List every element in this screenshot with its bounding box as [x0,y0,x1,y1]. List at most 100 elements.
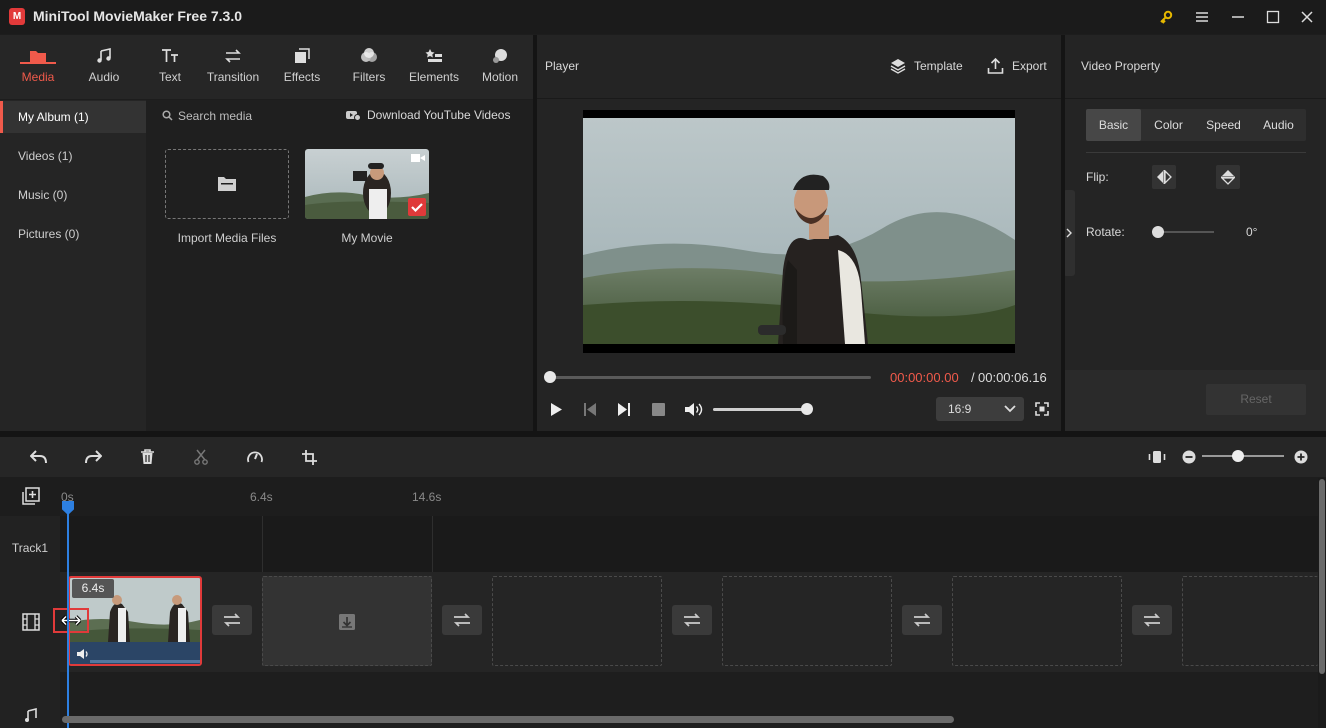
divider [1086,152,1306,153]
transition-icon [453,613,471,627]
fit-zoom-icon[interactable] [1146,447,1168,467]
zoom-in-icon[interactable] [1290,447,1312,467]
rotate-value: 0° [1246,225,1258,239]
play-icon[interactable] [549,402,563,417]
import-media-button[interactable] [165,149,289,219]
active-tab-underline [20,62,56,64]
stop-icon[interactable] [652,403,665,416]
search-input[interactable]: Search media [178,109,252,123]
tab-transition[interactable]: Transition [199,35,267,99]
ruler-label: 14.6s [412,490,442,504]
key-icon[interactable] [1154,6,1178,28]
import-media-label: Import Media Files [177,231,277,245]
maximize-icon[interactable] [1261,6,1285,28]
sidebar-item-music[interactable]: Music (0) [0,179,146,211]
sidebar-item-pictures[interactable]: Pictures (0) [0,218,146,250]
current-time: 00:00:00.00 [890,370,959,385]
rotate-handle[interactable] [1152,226,1164,238]
filters-icon [361,48,377,62]
tab-effects[interactable]: Effects [268,35,336,99]
tab-speed[interactable]: Speed [1196,109,1251,141]
empty-clip-slot[interactable] [1182,576,1318,666]
tab-elements[interactable]: Elements [400,35,468,99]
tab-motion[interactable]: Motion [466,35,534,99]
chevron-down-icon [1004,405,1016,413]
text-track[interactable] [0,516,1318,572]
seek-handle[interactable] [544,371,556,383]
transition-slot[interactable] [902,605,942,635]
split-icon[interactable] [190,447,212,467]
transition-slot[interactable] [442,605,482,635]
sidebar-item-my-album[interactable]: My Album (1) [0,101,146,133]
empty-clip-slot[interactable] [262,576,432,666]
aspect-ratio-select[interactable]: 16:9 [936,397,1024,421]
video-preview [583,110,1015,353]
speed-icon[interactable] [244,447,266,467]
vertical-scroll-thumb[interactable] [1319,479,1325,674]
music-note-icon [24,708,38,722]
playhead[interactable] [67,509,69,728]
empty-clip-slot[interactable] [492,576,662,666]
search-icon [162,110,173,121]
tab-filters[interactable]: Filters [335,35,403,99]
panel-divider [1061,35,1065,431]
transition-icon [223,613,241,627]
close-icon[interactable] [1295,6,1319,28]
add-track-icon[interactable] [22,487,40,505]
folder-icon [217,175,237,192]
undo-icon[interactable] [28,447,50,467]
empty-clip-slot[interactable] [952,576,1122,666]
tab-audio[interactable]: Audio [70,35,138,99]
resize-horizontal-icon [60,615,82,626]
tab-media[interactable]: Media [4,35,72,99]
trim-handle[interactable] [53,608,89,633]
previous-frame-icon[interactable] [583,402,597,417]
volume-icon[interactable] [684,402,703,417]
zoom-out-icon[interactable] [1178,447,1200,467]
transition-slot[interactable] [212,605,252,635]
tab-label: Filters [352,70,386,84]
flip-horizontal-icon[interactable] [1152,165,1176,189]
tab-basic[interactable]: Basic [1086,109,1141,141]
rotate-slider[interactable] [1157,231,1214,233]
property-tabs: Basic Color Speed Audio [1086,109,1306,141]
track1-label: Track1 [0,516,60,572]
tab-label: Motion [481,70,519,84]
tab-label: Transition [206,70,260,84]
tab-color[interactable]: Color [1141,109,1196,141]
empty-clip-slot[interactable] [722,576,892,666]
flip-vertical-icon[interactable] [1216,165,1240,189]
tab-label: Text [158,70,181,84]
volume-slider[interactable] [713,408,808,411]
time-ruler[interactable] [0,478,1326,516]
media-thumbnail[interactable] [305,149,429,219]
next-frame-icon[interactable] [617,402,631,417]
minimize-icon[interactable] [1226,6,1250,28]
music-track-header [0,672,60,728]
ruler-label: 6.4s [250,490,273,504]
tab-text[interactable]: Text [136,35,204,99]
clip-volume-icon[interactable] [76,648,90,660]
media-clip-label: My Movie [341,231,393,245]
transition-icon [913,613,931,627]
crop-icon[interactable] [298,447,320,467]
transition-slot[interactable] [672,605,712,635]
horizontal-scrollbar[interactable] [62,716,954,723]
delete-icon[interactable] [136,447,158,467]
template-button[interactable]: Template [914,59,963,73]
panel-divider [533,35,537,431]
grid-line [262,516,263,572]
menu-icon[interactable] [1190,6,1214,28]
transition-slot[interactable] [1132,605,1172,635]
export-button[interactable]: Export [1012,59,1047,73]
fullscreen-icon[interactable] [1035,402,1049,416]
redo-icon[interactable] [82,447,104,467]
volume-handle[interactable] [801,403,813,415]
app-logo: M [9,8,25,25]
sidebar-item-videos[interactable]: Videos (1) [0,140,146,172]
download-youtube-link[interactable]: Download YouTube Videos [367,108,510,122]
zoom-handle[interactable] [1232,450,1244,462]
seek-bar[interactable] [549,376,871,379]
tab-audio-property[interactable]: Audio [1251,109,1306,141]
reset-button[interactable]: Reset [1206,384,1306,415]
